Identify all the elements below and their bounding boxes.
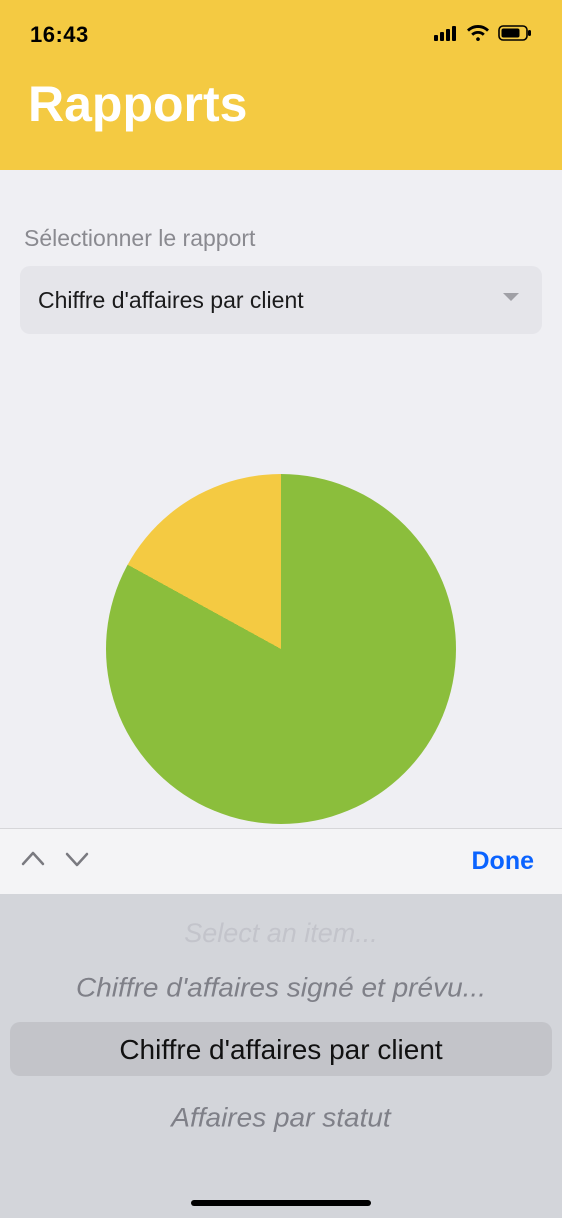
- picker-next-arrow-icon[interactable]: [64, 849, 90, 874]
- content: Sélectionner le rapport Chiffre d'affair…: [0, 170, 562, 824]
- status-indicators: [434, 24, 532, 47]
- cellular-icon: [434, 25, 458, 46]
- done-button[interactable]: Done: [472, 847, 535, 876]
- chevron-down-icon: [502, 291, 520, 309]
- report-select-label: Sélectionner le rapport: [24, 225, 538, 252]
- picker-option-next[interactable]: Affaires par statut: [0, 1103, 562, 1133]
- picker-drum[interactable]: Select an item... Chiffre d'affaires sig…: [0, 894, 562, 1218]
- battery-icon: [498, 25, 532, 46]
- status-bar: 16:43: [0, 20, 562, 50]
- report-select[interactable]: Chiffre d'affaires par client: [20, 266, 542, 334]
- status-time: 16:43: [30, 22, 89, 48]
- pie-chart: [20, 474, 542, 824]
- picker-option-selected[interactable]: Chiffre d'affaires par client: [0, 1034, 562, 1066]
- wifi-icon: [466, 24, 490, 47]
- picker-toolbar: Done: [0, 828, 562, 894]
- page-title: Rapports: [0, 50, 562, 133]
- picker-placeholder: Select an item...: [0, 918, 562, 949]
- report-select-value: Chiffre d'affaires par client: [38, 287, 304, 314]
- app-header: 16:43 Rapports: [0, 0, 562, 170]
- picker-option-prev[interactable]: Chiffre d'affaires signé et prévu...: [0, 973, 562, 1003]
- picker-prev-arrow-icon[interactable]: [20, 849, 46, 874]
- home-indicator[interactable]: [191, 1200, 371, 1206]
- pie-chart-canvas: [106, 474, 456, 824]
